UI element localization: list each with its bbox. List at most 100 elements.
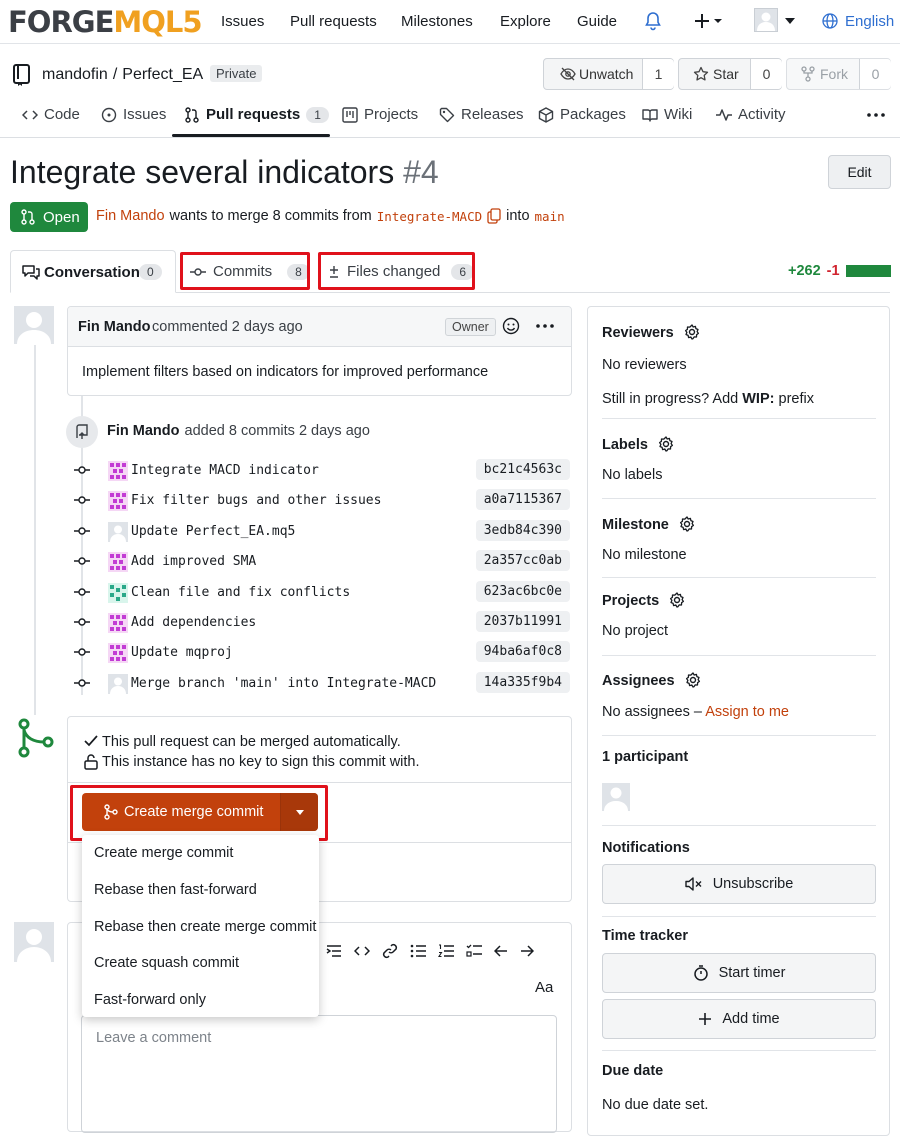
code-format-icon[interactable] <box>354 944 370 958</box>
tab-conversation[interactable]: Conversation 0 <box>10 250 176 293</box>
start-timer-button[interactable]: Start timer <box>602 953 876 993</box>
commit-message-link[interactable]: Add dependencies <box>131 615 256 630</box>
commit-author-avatar[interactable] <box>108 643 128 664</box>
create-new-icon[interactable] <box>695 12 723 30</box>
commit-sha-link[interactable]: 2a357cc0ab <box>475 550 570 572</box>
task-list-icon[interactable] <box>466 944 482 958</box>
tab-wiki[interactable]: Wiki <box>642 106 692 123</box>
star-button[interactable]: Star 0 <box>678 58 782 90</box>
repo-owner-link[interactable]: mandofin <box>42 66 108 84</box>
user-avatar[interactable] <box>754 8 778 32</box>
unwatch-button[interactable]: Unwatch 1 <box>543 58 674 90</box>
repo-name-link[interactable]: Perfect_EA <box>122 66 203 84</box>
site-logo[interactable]: FORGE MQL5 <box>8 5 203 39</box>
commit-author-avatar[interactable] <box>108 552 128 573</box>
tab-issues[interactable]: Issues <box>101 106 166 123</box>
commit-author-avatar[interactable] <box>108 461 128 481</box>
commit-message-link[interactable]: Integrate MACD indicator <box>131 463 319 478</box>
base-branch-link[interactable]: main <box>535 209 565 224</box>
commit-sha-link[interactable]: 3edb84c390 <box>475 519 570 541</box>
edit-title-button[interactable]: Edit <box>828 155 891 189</box>
more-tabs-icon[interactable] <box>867 113 885 117</box>
assignees-gear-icon[interactable] <box>685 672 701 688</box>
comment-textarea[interactable]: Leave a comment <box>81 1015 557 1133</box>
menu-item-fast-forward-only[interactable]: Fast-forward only <box>94 992 206 1008</box>
commit-sha-link[interactable]: 2037b11991 <box>475 611 570 632</box>
projects-heading[interactable]: Projects <box>602 592 685 609</box>
commit-author-avatar[interactable] <box>108 521 128 542</box>
commit-sha-link[interactable]: bc21c4563c <box>475 459 570 480</box>
projects-gear-icon[interactable] <box>669 592 685 608</box>
labels-gear-icon[interactable] <box>658 436 674 452</box>
numbered-list-icon[interactable] <box>438 944 454 958</box>
menu-item-squash-commit[interactable]: Create squash commit <box>94 955 239 971</box>
add-time-button[interactable]: Add time <box>602 999 876 1039</box>
head-branch-link[interactable]: Integrate-MACD <box>377 209 482 224</box>
bell-icon[interactable] <box>644 11 662 31</box>
nav-pull-requests[interactable]: Pull requests <box>290 13 377 30</box>
tab-projects[interactable]: Projects <box>342 106 418 123</box>
participant-avatar[interactable] <box>602 783 630 811</box>
menu-item-rebase-merge-commit[interactable]: Rebase then create merge commit <box>94 919 316 935</box>
assign-to-me-link[interactable]: Assign to me <box>705 704 789 720</box>
commit-message-link[interactable]: Update Perfect_EA.mq5 <box>131 524 295 539</box>
commit-sha-link[interactable]: 94ba6af0c8 <box>475 641 570 663</box>
commit-sha-link[interactable]: 14a335f9b4 <box>475 671 570 693</box>
reviewers-gear-icon[interactable] <box>684 324 700 340</box>
pr-author-link[interactable]: Fin Mando <box>96 208 165 224</box>
tab-code[interactable]: Code <box>22 106 80 123</box>
wip-keyword[interactable]: WIP: <box>742 391 774 407</box>
commit-message-link[interactable]: Add improved SMA <box>131 554 256 569</box>
unsubscribe-label: Unsubscribe <box>712 876 794 892</box>
unsubscribe-button[interactable]: Unsubscribe <box>602 864 876 904</box>
emoji-reaction-icon[interactable] <box>502 317 520 335</box>
star-count[interactable]: 0 <box>750 59 782 89</box>
tab-activity[interactable]: Activity <box>716 106 786 123</box>
commit-row: Update mqproj 94ba6af0c8 <box>70 640 570 666</box>
nav-guide[interactable]: Guide <box>577 13 617 30</box>
commit-message-link[interactable]: Merge branch 'main' into Integrate-MACD <box>131 676 436 691</box>
font-toggle-button[interactable]: Aa <box>535 979 553 996</box>
commit-author-avatar[interactable] <box>108 582 128 603</box>
comment-options-icon[interactable] <box>536 324 554 328</box>
commit-message-link[interactable]: Clean file and fix conflicts <box>131 585 350 600</box>
eye-slash-icon <box>560 67 576 81</box>
commit-author-avatar[interactable] <box>108 673 128 694</box>
menu-item-create-merge-commit[interactable]: Create merge commit <box>94 845 233 861</box>
tab-issues-label: Issues <box>123 106 167 123</box>
menu-item-rebase-fast-forward[interactable]: Rebase then fast-forward <box>94 882 257 898</box>
pr-state-label: Open <box>43 208 80 226</box>
tab-packages[interactable]: Packages <box>538 106 626 123</box>
tab-pull-requests[interactable]: Pull requests 1 <box>184 106 329 123</box>
indent-icon[interactable] <box>326 944 342 958</box>
watch-count[interactable]: 1 <box>642 59 674 89</box>
bullet-list-icon[interactable] <box>410 944 426 958</box>
push-author-link[interactable]: Fin Mando <box>107 423 180 439</box>
link-icon[interactable] <box>382 943 398 959</box>
comment-author-avatar[interactable] <box>14 306 54 344</box>
nav-explore[interactable]: Explore <box>500 13 551 30</box>
language-selector[interactable]: English <box>845 13 894 30</box>
comment-author-link[interactable]: Fin Mando <box>78 319 151 335</box>
commit-author-avatar[interactable] <box>108 491 128 512</box>
tab-releases[interactable]: Releases <box>439 106 524 123</box>
nav-milestones[interactable]: Milestones <box>401 13 473 30</box>
user-menu-caret-icon[interactable] <box>785 18 795 24</box>
labels-heading[interactable]: Labels <box>602 436 674 453</box>
arrow-left-icon[interactable] <box>494 945 508 957</box>
commit-sha-link[interactable]: 623ac6bc0e <box>475 580 570 602</box>
reviewers-heading[interactable]: Reviewers <box>602 324 700 341</box>
arrow-right-icon[interactable] <box>520 945 534 957</box>
fork-button[interactable]: Fork 0 <box>786 58 891 90</box>
assignees-heading[interactable]: Assignees <box>602 672 701 689</box>
comment-header: Fin Mando commented 2 days ago Owner <box>68 307 571 347</box>
commit-author-avatar[interactable] <box>108 613 128 633</box>
nav-issues[interactable]: Issues <box>221 13 264 30</box>
commit-message-link[interactable]: Fix filter bugs and other issues <box>131 493 381 508</box>
milestone-heading[interactable]: Milestone <box>602 516 695 533</box>
commit-sha-link[interactable]: a0a7115367 <box>475 489 570 511</box>
copy-branch-icon[interactable] <box>487 208 501 224</box>
commit-message-link[interactable]: Update mqproj <box>131 645 233 660</box>
milestone-gear-icon[interactable] <box>679 516 695 532</box>
package-icon <box>538 106 554 123</box>
